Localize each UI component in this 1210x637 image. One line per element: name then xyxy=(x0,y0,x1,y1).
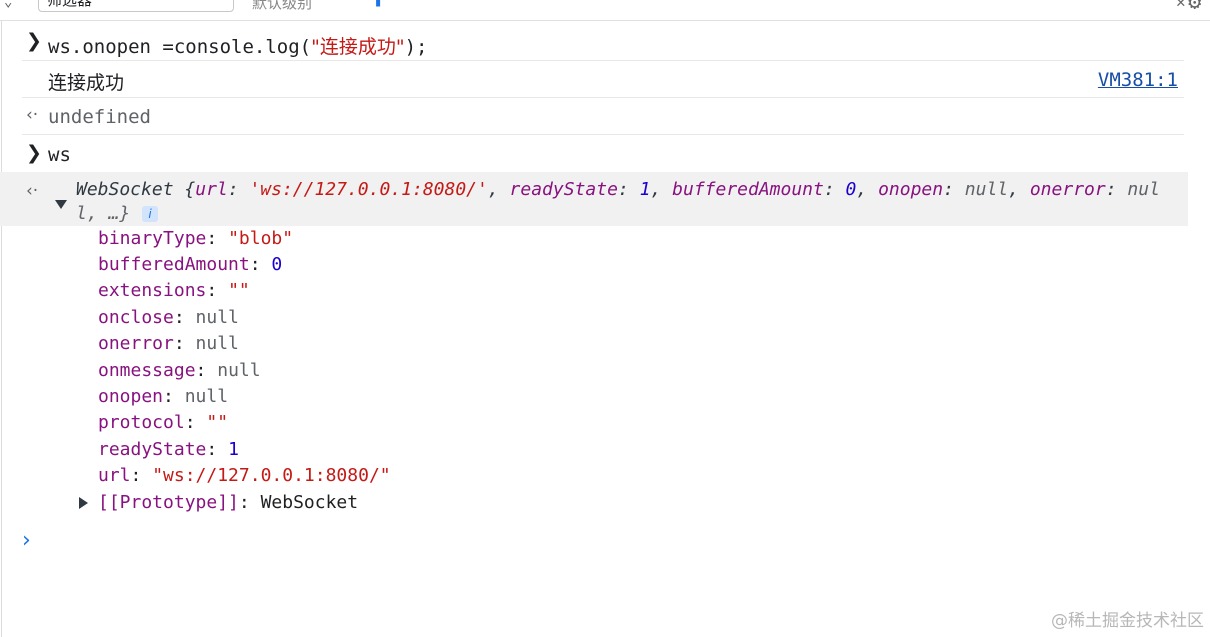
chevron-right-icon: ❯ xyxy=(26,30,42,52)
result-value: undefined xyxy=(48,106,151,128)
object-property: onerror: null xyxy=(98,333,239,354)
console-toolbar: ⌄ 筛选器 默认级别 ▮ ✕ ⚙ xyxy=(0,0,1210,21)
watermark: @稀土掘金技术社区 xyxy=(1051,611,1204,631)
issues-icon[interactable]: ▮ xyxy=(374,0,382,10)
triangle-down-icon[interactable] xyxy=(55,200,67,209)
log-message: 连接成功 xyxy=(48,72,125,94)
return-arrow-icon: ‹· xyxy=(26,105,39,125)
log-levels-dropdown[interactable]: 默认级别 xyxy=(252,0,312,13)
console-input-row: ❯ ws xyxy=(22,134,1184,170)
gear-icon[interactable]: ⚙ xyxy=(1188,0,1201,15)
chevron-down-icon[interactable]: ⌄ xyxy=(4,0,12,10)
object-property: onopen: null xyxy=(98,386,229,407)
close-icon[interactable]: ✕ xyxy=(1176,0,1186,11)
object-property: onmessage: null xyxy=(98,360,261,381)
object-property: extensions: "" xyxy=(98,280,250,301)
console-input-row: ❯ ws.onopen =console.log("连接成功"); xyxy=(22,22,1184,61)
triangle-right-icon[interactable] xyxy=(79,497,88,509)
filter-input[interactable]: 筛选器 xyxy=(38,0,234,12)
object-preview-line2[interactable]: l, …} xyxy=(76,203,130,224)
return-arrow-icon: ‹· xyxy=(26,181,39,201)
object-preview-line1[interactable]: WebSocket {url: 'ws://127.0.0.1:8080/', … xyxy=(76,179,1160,200)
object-property: protocol: "" xyxy=(98,412,229,433)
chevron-right-icon: ❯ xyxy=(26,142,42,164)
console-prompt-icon[interactable]: › xyxy=(22,528,31,553)
prototype-property[interactable]: [[Prototype]]: WebSocket xyxy=(98,492,358,513)
object-property: onclose: null xyxy=(98,307,239,328)
info-icon[interactable]: i xyxy=(142,206,158,222)
console-log-row: 连接成功 VM381:1 xyxy=(22,60,1184,98)
object-property: url: "ws://127.0.0.1:8080/" xyxy=(98,465,391,486)
console-command[interactable]: ws xyxy=(48,144,71,166)
object-property: bufferedAmount: 0 xyxy=(98,254,283,275)
panel-border xyxy=(1,20,2,637)
object-property: binaryType: "blob" xyxy=(98,228,294,249)
console-command[interactable]: ws.onopen =console.log("连接成功"); xyxy=(48,32,427,59)
source-link[interactable]: VM381:1 xyxy=(1098,69,1178,91)
object-property: readyState: 1 xyxy=(98,439,239,460)
console-result-row: ‹· undefined xyxy=(22,97,1184,135)
